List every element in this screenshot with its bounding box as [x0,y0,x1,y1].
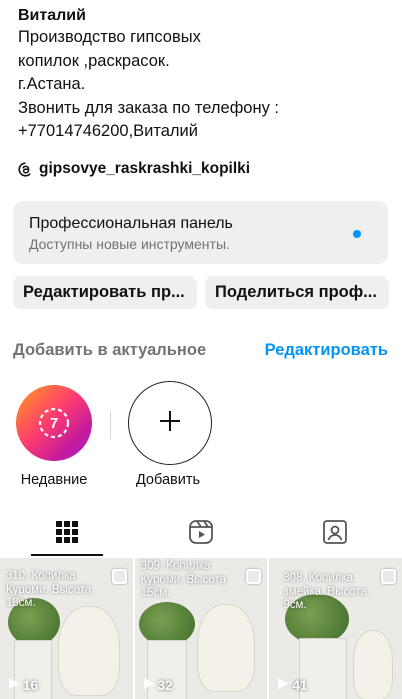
select-checkbox[interactable] [246,569,262,584]
highlight-label: Недавние [20,472,88,488]
edit-profile-button[interactable]: Редактировать пр... [13,276,197,309]
threads-link[interactable]: gipsovye_raskrashki_kopilki [18,160,250,178]
figurine-image [58,606,120,696]
professional-dashboard[interactable]: Профессиональная панель Доступны новые и… [13,201,388,264]
views-count: 32 [157,677,173,693]
figurine-image [196,604,255,692]
recent-history-icon: 7 [37,406,71,440]
select-checkbox[interactable] [111,569,127,584]
plus-icon [158,409,182,438]
share-profile-button[interactable]: Поделиться проф... [205,276,389,309]
professional-dashboard-title: Профессиональная панель [29,215,233,232]
threads-icon [18,161,33,177]
tab-reels[interactable] [134,512,268,556]
tab-tagged[interactable] [268,512,402,556]
professional-dashboard-subtitle: Доступны новые инструменты. [29,236,230,252]
post-thumbnail[interactable]: 308. Копилка змейка. Высота 9см. 41 [269,558,402,699]
bio-line: Производство гипсовых [18,28,201,46]
highlights-edit-link[interactable]: Редактировать [265,341,388,360]
select-checkbox[interactable] [381,569,397,584]
figurine-image [353,630,394,699]
post-views: 32 [143,677,173,693]
bio-line: г.Астана. [18,75,86,93]
profile-bio: Виталий Производство гипсовых копилок ,р… [18,6,388,144]
add-highlight-ring [128,381,212,465]
posts-grid: 310. Копилка Куроми. Высота 18см. 16 309… [0,558,402,699]
bio-line: Звонить для заказа по телефону : [18,98,279,117]
highlight-label: Добавить [135,472,201,488]
bio-line: копилок ,раскрасок. [18,51,170,70]
views-count: 16 [23,677,39,693]
threads-link-text[interactable]: gipsovye_raskrashki_kopilki [39,160,250,178]
highlights-divider [110,411,111,439]
highlight-recent[interactable]: 7 Недавние [14,385,94,488]
grid-icon [56,520,78,548]
play-icon [8,677,20,693]
bio-line: +77014746200,Виталий [18,122,198,140]
post-caption: 310. Копилка Куроми. Высота 18см. [6,570,92,609]
tab-posts[interactable] [0,512,134,556]
post-thumbnail[interactable]: 310. Копилка Куроми. Высота 18см. 16 [0,558,133,699]
post-views: 16 [8,677,38,693]
tagged-icon [322,519,348,550]
story-ring: 7 [16,385,92,461]
play-icon [277,677,289,693]
post-views: 41 [277,677,307,693]
post-thumbnail[interactable]: 309. Копилка Куроми. Высота 15см. 32 [134,558,268,699]
play-icon [143,677,155,693]
reels-icon [188,519,214,550]
recent-badge: 7 [50,415,58,432]
post-caption: 309. Копилка Куроми. Высота 15см. [140,560,226,599]
profile-tabs [0,512,402,556]
profile-name: Виталий [18,7,86,24]
notification-dot [353,230,361,238]
post-caption: 308. Копилка змейка. Высота 9см. [283,572,367,611]
highlights-title: Добавить в актуальное [13,341,207,359]
views-count: 41 [292,677,308,693]
highlight-add[interactable]: Добавить [128,381,212,488]
